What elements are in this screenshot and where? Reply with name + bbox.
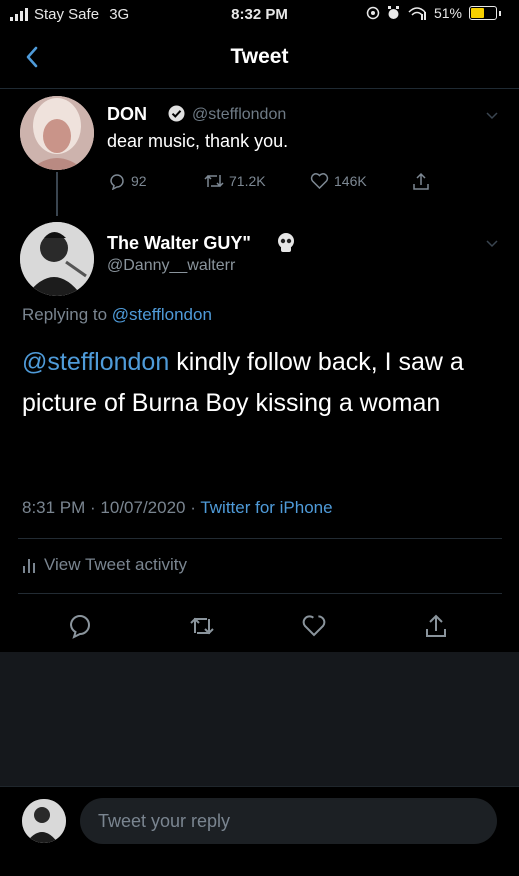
skull-emoji-icon: [278, 233, 294, 252]
screen-lock-icon: [366, 6, 380, 20]
retweet-icon: [204, 174, 224, 188]
status-bar: Stay Safe 3G 8:32 PM 51%: [0, 0, 519, 30]
share-icon: [413, 172, 429, 190]
author-handle[interactable]: @stefflondon: [192, 106, 286, 124]
thread-line: [56, 172, 58, 216]
retweet-count: 71.2K: [229, 173, 266, 189]
retweet-action[interactable]: 71.2K: [204, 172, 266, 190]
share-icon[interactable]: [422, 612, 450, 640]
bar-chart-icon: [23, 559, 35, 573]
like-icon[interactable]: [300, 612, 328, 640]
author-handle[interactable]: @Danny__walterr: [107, 257, 235, 275]
tweet-text: @stefflondon kindly follow back, I saw a…: [22, 342, 502, 424]
like-count: 146K: [334, 172, 367, 189]
battery-percent: 51%: [433, 5, 462, 21]
chevron-down-icon[interactable]: [486, 112, 498, 120]
tweet-source-link[interactable]: Twitter for iPhone: [200, 498, 332, 517]
heart-icon: [310, 173, 329, 189]
author-name[interactable]: The Walter GUY": [107, 233, 251, 254]
retweet-icon[interactable]: [188, 612, 216, 640]
replying-label: Replying to: [22, 305, 108, 324]
header-divider: [0, 88, 519, 89]
battery-icon: [469, 6, 497, 20]
reply-action[interactable]: 92: [108, 172, 147, 190]
empty-replies-area: [0, 652, 519, 786]
divider: [18, 538, 502, 539]
avatar[interactable]: [22, 799, 66, 843]
tweet-meta: 8:31 PM · 10/07/2020 · Twitter for iPhon…: [22, 498, 333, 518]
activity-label: View Tweet activity: [44, 555, 187, 574]
reply-count: 92: [131, 173, 147, 189]
alarm-icon: [387, 6, 399, 19]
replying-to: Replying to @stefflondon: [22, 305, 212, 325]
reply-icon[interactable]: [66, 612, 94, 640]
replying-to-link[interactable]: @stefflondon: [112, 305, 212, 324]
divider: [18, 593, 502, 594]
wifi-icon: [408, 7, 426, 20]
verified-badge-icon: [168, 105, 185, 122]
share-action[interactable]: [412, 172, 430, 191]
avatar[interactable]: [20, 96, 94, 170]
avatar-image: [20, 96, 94, 170]
author-name[interactable]: DON: [107, 104, 147, 125]
reply-icon: [110, 174, 124, 190]
like-action[interactable]: 146K: [310, 172, 367, 189]
avatar[interactable]: [20, 222, 94, 296]
page-title: Tweet: [230, 45, 289, 68]
tweet-timestamp: 8:31 PM · 10/07/2020 ·: [22, 498, 201, 517]
avatar-image: [22, 799, 66, 843]
reply-input[interactable]: [80, 798, 497, 844]
avatar-image: [20, 222, 94, 296]
chevron-down-icon[interactable]: [486, 240, 498, 248]
mention-link[interactable]: @stefflondon: [22, 348, 169, 376]
tweet-text: dear music, thank you.: [107, 131, 289, 151]
view-tweet-activity[interactable]: View Tweet activity: [22, 555, 187, 575]
